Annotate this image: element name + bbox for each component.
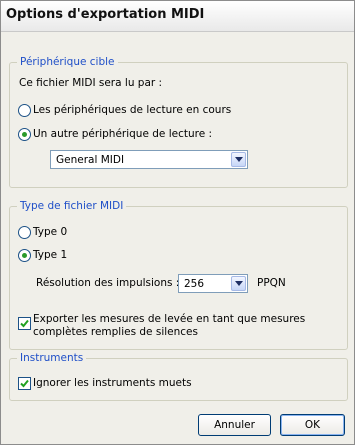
checkmark-icon [20,379,29,388]
export-pickups-label-line1[interactable]: Exporter les mesures de levée en tant qu… [33,313,305,326]
radio-other-device-label[interactable]: Un autre périphérique de lecture : [33,128,212,141]
radio-type-1[interactable] [18,249,31,262]
checkmark-icon [20,319,29,328]
cancel-button[interactable]: Annuler [198,414,271,436]
midi-export-dialog: Options d'exportation MIDI Périphérique … [0,0,355,445]
resolution-select-value: 256 [184,278,205,290]
radio-type-0-label[interactable]: Type 0 [33,226,67,239]
dialog-title: Options d'exportation MIDI [6,7,205,22]
radio-type-0[interactable] [18,226,31,239]
resolution-unit: PPQN [257,277,286,289]
radio-current-devices-label[interactable]: Les périphériques de lecture en cours [33,104,231,117]
ignore-muted-checkbox[interactable] [18,377,31,390]
device-select-value: General MIDI [56,154,125,166]
radio-current-devices[interactable] [18,104,31,117]
radio-other-device[interactable] [18,128,31,141]
chevron-down-icon[interactable] [231,152,246,167]
ignore-muted-label[interactable]: Ignorer les instruments muets [33,377,192,390]
resolution-select[interactable]: 256 [178,274,248,293]
ok-button[interactable]: OK [280,414,345,436]
title-bar[interactable]: Options d'exportation MIDI [1,1,354,32]
resolution-label: Résolution des impulsions : [36,277,180,289]
instruments-group-legend: Instruments [17,352,87,364]
export-pickups-label-line2[interactable]: complètes remplies de silences [33,326,198,339]
device-prompt: Ce fichier MIDI sera lu par : [19,77,163,89]
radio-type-1-label[interactable]: Type 1 [33,249,67,262]
file-type-group-legend: Type de fichier MIDI [17,200,127,212]
device-select[interactable]: General MIDI [50,150,248,169]
device-group-legend: Périphérique cible [17,56,118,68]
export-pickups-checkbox[interactable] [18,317,31,330]
chevron-down-icon[interactable] [231,276,246,291]
